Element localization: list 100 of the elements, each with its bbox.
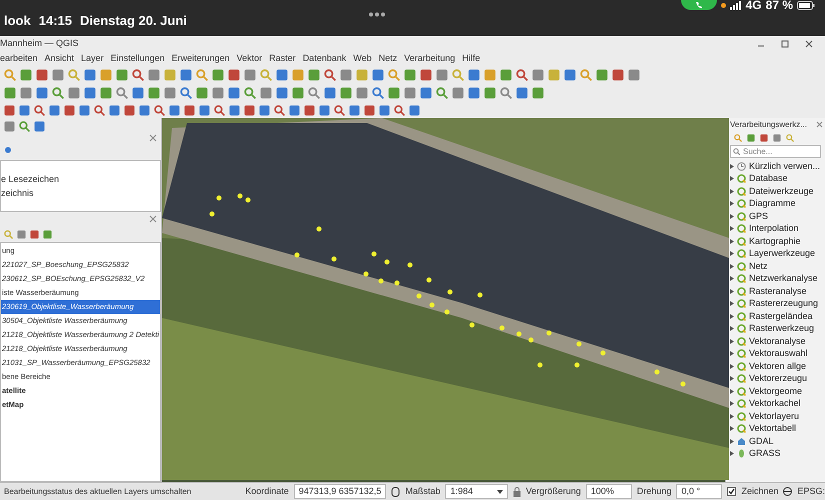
- scale-dropdown[interactable]: 1:984: [445, 484, 508, 500]
- magnifier-icon[interactable]: [274, 104, 285, 116]
- tool-icon[interactable]: [124, 104, 135, 116]
- magnifier-icon[interactable]: [394, 104, 405, 116]
- toolbox-item[interactable]: Interpolation: [749, 222, 799, 236]
- tool-icon[interactable]: [116, 69, 128, 81]
- expand-arrow-icon[interactable]: [730, 351, 734, 356]
- magnifier-icon[interactable]: [580, 69, 592, 81]
- lock-icon[interactable]: [512, 486, 521, 496]
- toolbox-item[interactable]: Vektorlayeru: [749, 410, 800, 423]
- menu-item[interactable]: Web: [353, 52, 372, 66]
- tool-icon[interactable]: [244, 69, 256, 81]
- expand-arrow-icon[interactable]: [730, 214, 734, 219]
- tool-icon[interactable]: [100, 69, 112, 81]
- tool-icon[interactable]: [132, 87, 144, 99]
- tool-icon[interactable]: [388, 87, 400, 99]
- magnifier-icon[interactable]: [34, 104, 45, 116]
- magnifier-icon[interactable]: [4, 69, 16, 81]
- tool-icon[interactable]: [169, 104, 180, 116]
- close-icon[interactable]: [805, 40, 813, 48]
- expand-arrow-icon[interactable]: [730, 388, 734, 394]
- tool-icon[interactable]: [468, 69, 480, 81]
- tool-icon[interactable]: [20, 69, 32, 81]
- call-button[interactable]: [680, 0, 717, 10]
- tool-icon[interactable]: [109, 104, 120, 116]
- expand-arrow-icon[interactable]: [730, 438, 734, 444]
- expand-arrow-icon[interactable]: [730, 264, 734, 269]
- expand-arrow-icon[interactable]: [730, 238, 734, 244]
- more-dots-icon[interactable]: [368, 12, 386, 17]
- expand-arrow-icon[interactable]: [730, 251, 734, 256]
- magnifier-icon[interactable]: [334, 104, 345, 116]
- tool-icon[interactable]: [304, 104, 315, 116]
- tool-icon[interactable]: [468, 87, 480, 99]
- tool-icon[interactable]: [212, 87, 224, 99]
- toolbox-item[interactable]: GPS: [749, 210, 768, 223]
- tool-icon[interactable]: [452, 87, 464, 99]
- panel-close-icon[interactable]: [149, 134, 157, 142]
- tool-icon[interactable]: [379, 104, 390, 116]
- tool-icon[interactable]: [372, 69, 384, 81]
- tool-icon[interactable]: [229, 104, 240, 116]
- tool-icon[interactable]: [20, 87, 32, 99]
- tool-icon[interactable]: [436, 69, 448, 81]
- panel-close-icon[interactable]: [816, 121, 823, 128]
- magnifier-icon[interactable]: [116, 87, 128, 99]
- magnifier-icon[interactable]: [132, 69, 144, 81]
- expand-arrow-icon[interactable]: [730, 188, 734, 194]
- tool-icon[interactable]: [68, 87, 80, 99]
- tool-icon[interactable]: [340, 69, 352, 81]
- toolbox-item[interactable]: Vektorauswahl: [749, 347, 808, 360]
- tool-icon[interactable]: [500, 69, 512, 81]
- magnifier-icon[interactable]: [734, 134, 742, 142]
- tool-icon[interactable]: [212, 69, 224, 81]
- magnifier-icon[interactable]: [388, 69, 400, 81]
- magnifier-icon[interactable]: [52, 87, 64, 99]
- menu-item[interactable]: Verarbeitung: [404, 52, 456, 66]
- tool-icon[interactable]: [100, 87, 112, 99]
- expand-arrow-icon[interactable]: [730, 364, 734, 369]
- tool-icon[interactable]: [308, 69, 320, 81]
- menu-item[interactable]: Vektor: [236, 52, 262, 66]
- tool-icon[interactable]: [324, 87, 336, 99]
- tool-icon[interactable]: [340, 87, 352, 99]
- tool-icon[interactable]: [4, 120, 15, 132]
- expand-arrow-icon[interactable]: [730, 401, 734, 406]
- magnifier-icon[interactable]: [372, 87, 384, 99]
- magnifier-icon[interactable]: [244, 87, 256, 99]
- tool-icon[interactable]: [36, 69, 48, 81]
- magnifier-icon[interactable]: [94, 104, 105, 116]
- tool-icon[interactable]: [36, 87, 48, 99]
- tool-icon[interactable]: [49, 104, 60, 116]
- expand-arrow-icon[interactable]: [730, 164, 734, 169]
- render-checkbox[interactable]: [727, 487, 736, 496]
- tool-icon[interactable]: [564, 69, 576, 81]
- menu-item[interactable]: Erweiterungen: [172, 52, 230, 66]
- expand-arrow-icon[interactable]: [730, 338, 734, 344]
- toolbox-item[interactable]: Kartographie: [749, 234, 801, 248]
- toolbox-item[interactable]: Vektoranalyse: [749, 334, 806, 348]
- expand-arrow-icon[interactable]: [730, 201, 734, 206]
- tool-icon[interactable]: [349, 104, 360, 116]
- expand-arrow-icon[interactable]: [730, 326, 734, 332]
- tool-icon[interactable]: [276, 87, 288, 99]
- menu-item[interactable]: Netz: [378, 52, 398, 66]
- toolbox-item[interactable]: Netzwerkanalyse: [749, 272, 818, 286]
- tool-icon[interactable]: [79, 104, 90, 116]
- browser-item[interactable]: e Lesezeichen: [1, 173, 160, 186]
- toolbox-item[interactable]: Rastererzeugung: [749, 297, 818, 310]
- rotation-field[interactable]: 0,0 °: [676, 484, 722, 500]
- magnifier-icon[interactable]: [786, 134, 794, 142]
- tool-icon[interactable]: [148, 69, 160, 81]
- magnifier-icon[interactable]: [214, 104, 225, 116]
- tool-icon[interactable]: [404, 69, 416, 81]
- toolbox-item[interactable]: Vektorkachel: [749, 397, 801, 410]
- tool-icon[interactable]: [259, 104, 270, 116]
- menu-item[interactable]: Datenbank: [302, 52, 346, 66]
- tool-icon[interactable]: [420, 87, 432, 99]
- menu-item[interactable]: Layer: [81, 52, 104, 66]
- tool-icon[interactable]: [196, 87, 208, 99]
- aerial-map-drawing[interactable]: [162, 118, 729, 480]
- tool-icon[interactable]: [84, 69, 96, 81]
- tool-icon[interactable]: [612, 69, 624, 81]
- toolbox-item[interactable]: Dateiwerkzeuge: [749, 184, 814, 198]
